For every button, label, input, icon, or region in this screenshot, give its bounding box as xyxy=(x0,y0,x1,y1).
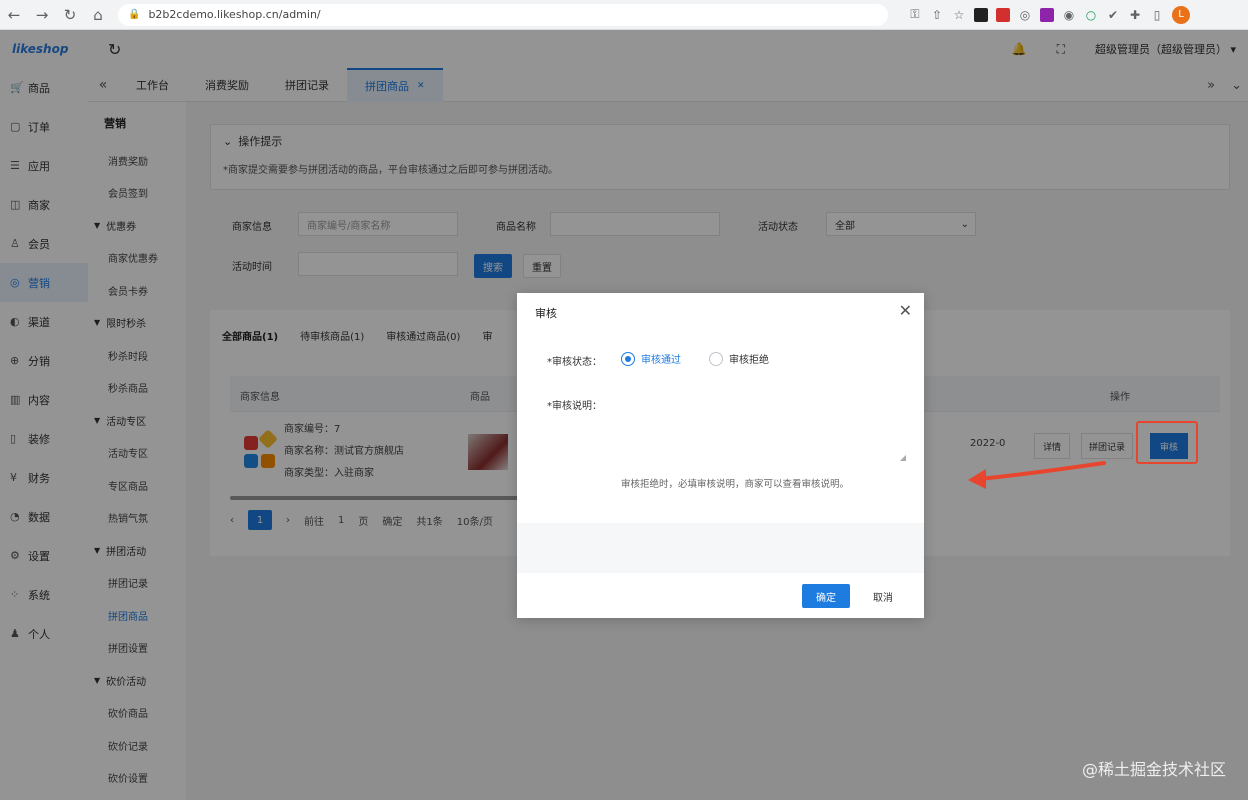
audit-desc-label: *审核说明： xyxy=(547,401,602,412)
sidepanel-icon[interactable]: ▯ xyxy=(1150,8,1164,22)
resize-handle-icon[interactable]: ◢ xyxy=(900,453,906,462)
cancel-button[interactable]: 取消 xyxy=(860,584,906,608)
puzzle-icon[interactable]: ✚ xyxy=(1128,8,1142,22)
annotation-arrow-icon xyxy=(968,461,1106,489)
dialog-divider-area xyxy=(517,523,924,573)
lock-icon: 🔒 xyxy=(128,9,141,20)
url-text: b2b2cdemo.likeshop.cn/admin/ xyxy=(148,8,321,21)
star-icon[interactable]: ☆ xyxy=(952,8,966,22)
extension-icon[interactable] xyxy=(974,7,988,22)
extension-icon[interactable]: ○ xyxy=(1084,8,1098,22)
key-icon[interactable]: ⚿ xyxy=(908,7,922,22)
audit-hint: 审核拒绝时，必填审核说明，商家可以查看审核说明。 xyxy=(621,479,850,490)
extension-icon[interactable] xyxy=(996,7,1010,22)
audit-dialog: 审核 ✕ *审核状态： 审核通过 审核拒绝 *审核说明： ◢ 审核拒绝时，必填审… xyxy=(517,293,924,618)
back-icon[interactable]: ← xyxy=(0,1,28,29)
radio-dot xyxy=(709,351,723,366)
close-icon[interactable]: ✕ xyxy=(899,301,912,320)
forward-icon[interactable]: → xyxy=(28,1,56,29)
extension-icon[interactable]: ◎ xyxy=(1018,8,1032,22)
dialog-title: 审核 xyxy=(535,307,557,320)
address-bar[interactable]: 🔒 b2b2cdemo.likeshop.cn/admin/ xyxy=(118,3,888,26)
extension-icon[interactable] xyxy=(1040,7,1054,22)
watermark: @稀土掘金技术社区 xyxy=(1081,760,1226,779)
share-icon[interactable]: ⇧ xyxy=(930,8,944,22)
radio-reject[interactable]: 审核拒绝 xyxy=(709,351,769,366)
audit-desc-textarea[interactable]: ◢ xyxy=(609,393,909,465)
confirm-button[interactable]: 确定 xyxy=(802,584,850,608)
radio-label: 审核通过 xyxy=(641,355,681,366)
radio-dot xyxy=(621,351,635,366)
home-icon[interactable]: ⌂ xyxy=(84,1,112,29)
radio-label: 审核拒绝 xyxy=(729,355,769,366)
browser-toolbar: ← → ↻ ⌂ 🔒 b2b2cdemo.likeshop.cn/admin/ ⚿… xyxy=(0,0,1248,30)
extension-icon[interactable]: ✔ xyxy=(1106,8,1120,22)
audit-status-label: *审核状态： xyxy=(547,357,602,368)
extensions: ⚿ ⇧ ☆ ◎ ◉ ○ ✔ ✚ ▯ L xyxy=(908,5,1190,24)
reload-icon[interactable]: ↻ xyxy=(56,1,84,29)
extension-icon[interactable]: ◉ xyxy=(1062,8,1076,22)
profile-avatar[interactable]: L xyxy=(1172,5,1190,24)
radio-approve[interactable]: 审核通过 xyxy=(621,351,681,366)
annotation-highlight xyxy=(1136,421,1198,464)
